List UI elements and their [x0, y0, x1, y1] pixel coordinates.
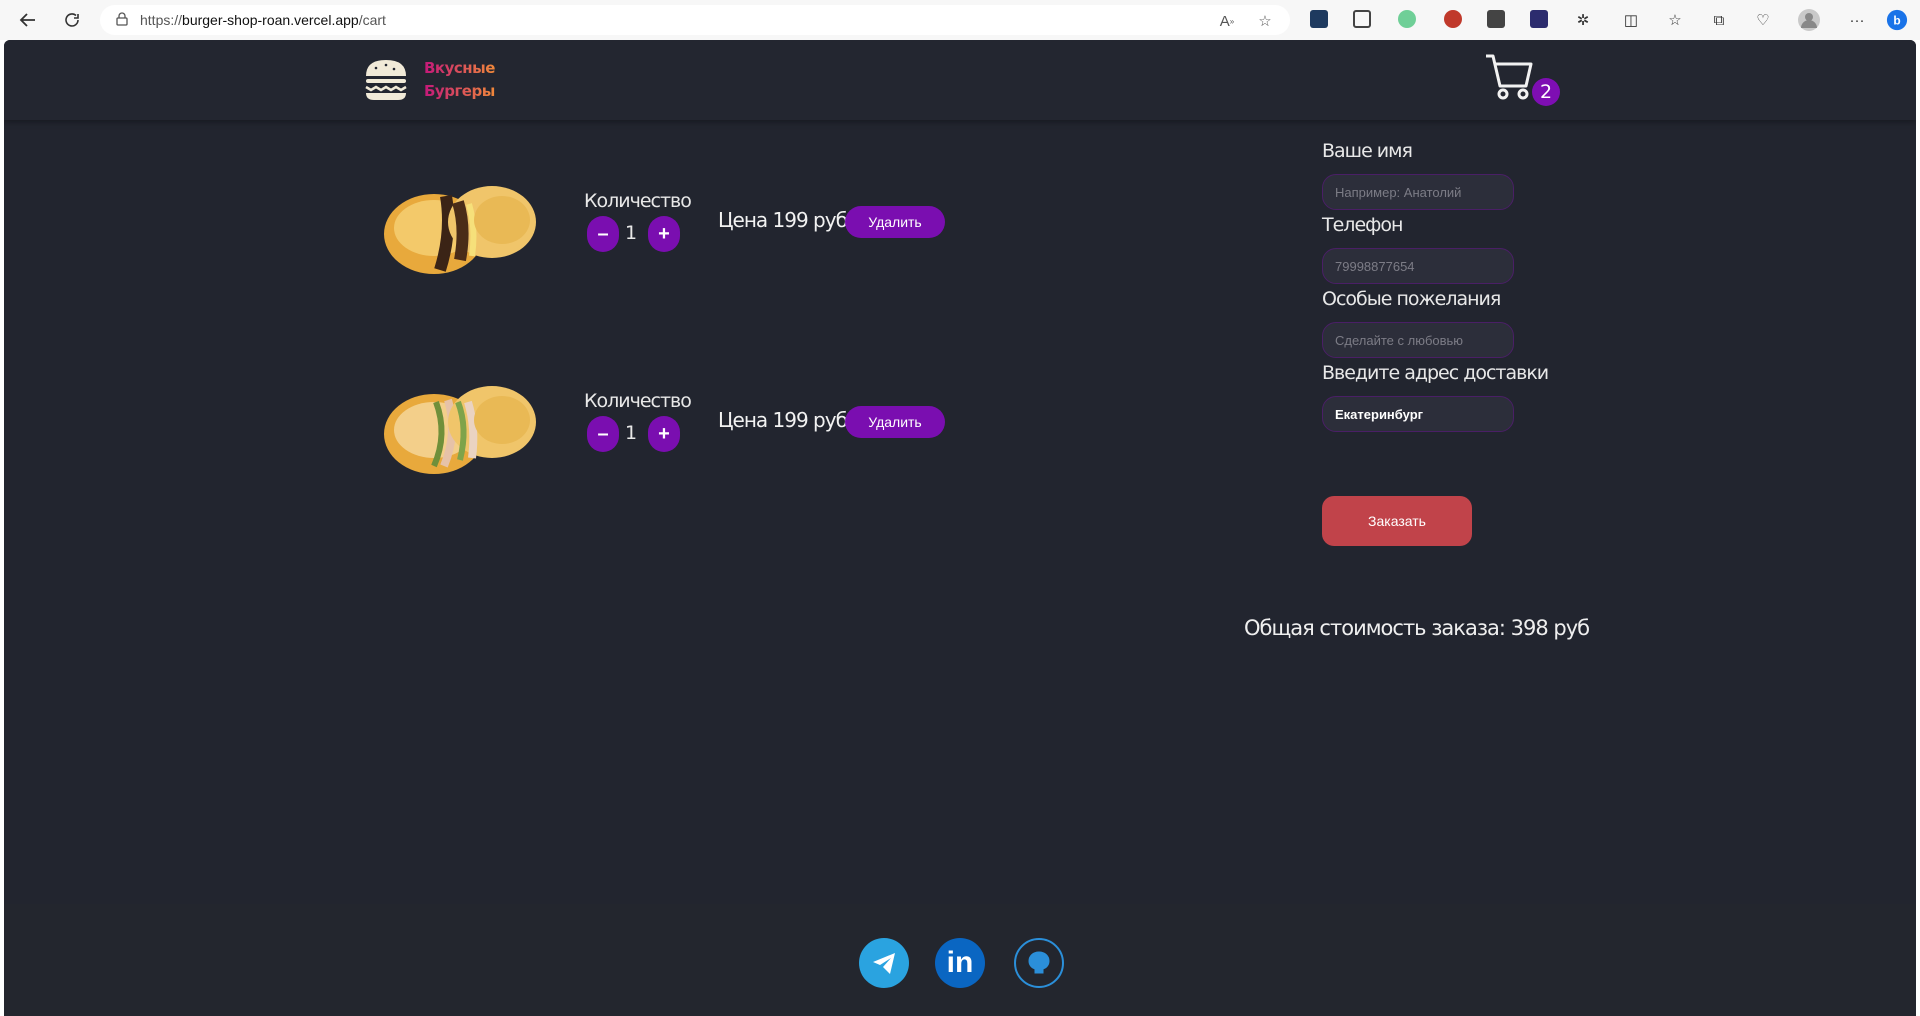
quantity-label: Количество: [584, 390, 692, 412]
page: Вкусные Бургеры 2 Количество – 1 + Цена …: [4, 40, 1916, 1016]
order-button[interactable]: Заказать: [1322, 496, 1472, 546]
profile-avatar-icon[interactable]: [1798, 9, 1820, 31]
name-label: Ваше имя: [1322, 140, 1413, 162]
item-price: Цена 199 руб.: [718, 408, 853, 432]
item-price: Цена 199 руб.: [718, 208, 853, 232]
site-footer: in: [4, 904, 1916, 1016]
more-menu-icon[interactable]: ···: [1846, 9, 1868, 31]
telegram-icon[interactable]: [859, 938, 909, 988]
logo-text[interactable]: Вкусные Бургеры: [424, 57, 495, 103]
name-input[interactable]: [1322, 174, 1514, 210]
order-total: Общая стоимость заказа: 398 руб: [1244, 616, 1590, 640]
lock-icon: [116, 12, 128, 26]
quantity-value: 1: [625, 422, 638, 444]
burger-image: [384, 186, 536, 274]
remove-item-button[interactable]: Удалить: [845, 206, 945, 238]
address-bar[interactable]: https://burger-shop-roan.vercel.app/cart…: [100, 5, 1290, 35]
quantity-label: Количество: [584, 190, 692, 212]
bing-chat-icon[interactable]: b: [1886, 9, 1908, 31]
screenshot-extension-icon[interactable]: [1353, 10, 1371, 28]
svg-text:b: b: [1893, 14, 1900, 28]
read-aloud-icon[interactable]: A»: [1218, 12, 1236, 30]
github-icon[interactable]: [1014, 938, 1064, 988]
burger-logo-icon[interactable]: [362, 56, 410, 104]
logo-line-1: Вкусные: [424, 59, 495, 77]
cart-item: Количество – 1 + Цена 199 руб. Удалить: [374, 162, 974, 302]
cart-item: Количество – 1 + Цена 199 руб. Удалить: [374, 362, 974, 502]
extension-red-icon[interactable]: [1444, 10, 1462, 28]
url-host: burger-shop-roan.vercel.app: [182, 12, 359, 28]
phone-input[interactable]: [1322, 248, 1514, 284]
decrease-quantity-button[interactable]: –: [587, 216, 619, 252]
remove-item-button[interactable]: Удалить: [845, 406, 945, 438]
linkedin-text: in: [946, 946, 974, 979]
reload-icon[interactable]: [58, 6, 86, 34]
extensions-puzzle-icon[interactable]: ✲: [1572, 9, 1594, 31]
address-label: Введите адрес доставки: [1322, 362, 1549, 384]
address-input[interactable]: [1322, 396, 1514, 432]
extension-blue-icon[interactable]: [1530, 10, 1548, 28]
linkedin-icon[interactable]: in: [935, 938, 985, 988]
increase-quantity-button[interactable]: +: [648, 416, 680, 452]
decrease-quantity-button[interactable]: –: [587, 416, 619, 452]
burger-image: [384, 386, 536, 474]
site-header: Вкусные Бургеры 2: [4, 40, 1916, 120]
phone-label: Телефон: [1322, 214, 1403, 236]
wishes-input[interactable]: [1322, 322, 1514, 358]
browser-toolbar: https://burger-shop-roan.vercel.app/cart…: [0, 0, 1920, 40]
favorite-star-icon[interactable]: ☆: [1256, 12, 1274, 30]
cart-count-badge: 2: [1532, 78, 1560, 106]
favorites-icon[interactable]: ☆: [1664, 9, 1686, 31]
wishes-label: Особые пожелания: [1322, 288, 1501, 310]
url-prefix: https://: [140, 12, 183, 28]
url-path: /cart: [358, 12, 386, 28]
increase-quantity-button[interactable]: +: [648, 216, 680, 252]
extension-dark-icon[interactable]: [1487, 10, 1505, 28]
extension-icon[interactable]: [1310, 10, 1328, 28]
logo-line-2: Бургеры: [424, 82, 495, 100]
extension-green-icon[interactable]: [1398, 10, 1416, 28]
split-screen-icon[interactable]: ◫: [1620, 9, 1642, 31]
back-icon[interactable]: [14, 6, 42, 34]
quantity-value: 1: [625, 222, 638, 244]
cart-icon[interactable]: [1484, 52, 1534, 102]
performance-heart-icon[interactable]: ♡: [1752, 9, 1774, 31]
collections-icon[interactable]: ⧉: [1708, 9, 1730, 31]
